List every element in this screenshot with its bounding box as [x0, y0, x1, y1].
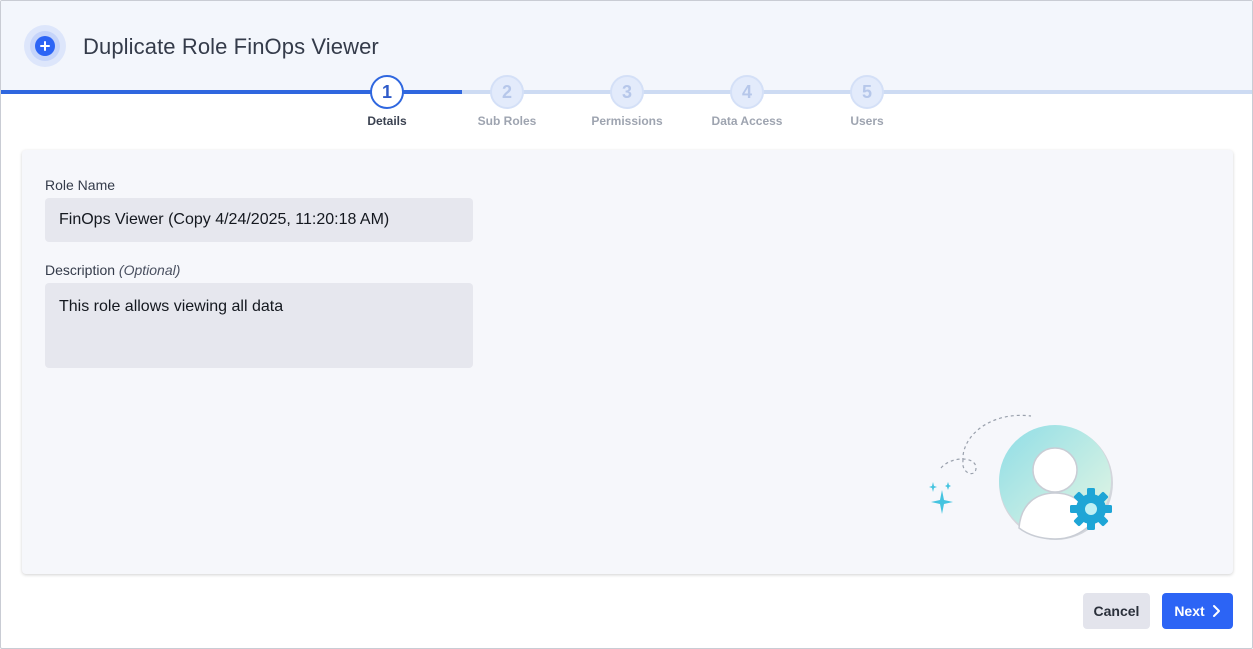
description-textarea[interactable]: This role allows viewing all data: [45, 283, 473, 368]
dialog: Duplicate Role FinOps Viewer 1 Details 2…: [0, 0, 1253, 649]
step-number: 1: [370, 75, 404, 109]
optional-hint: (Optional): [118, 262, 181, 278]
step-number: 3: [610, 75, 644, 109]
step-label: Users: [850, 114, 884, 128]
step-sub-roles[interactable]: 2 Sub Roles: [457, 75, 557, 128]
next-button-label: Next: [1174, 603, 1205, 619]
step-label: Permissions: [591, 114, 663, 128]
dialog-title: Duplicate Role FinOps Viewer: [83, 34, 379, 59]
step-number: 2: [490, 75, 524, 109]
step-permissions[interactable]: 3 Permissions: [577, 75, 677, 128]
step-label: Data Access: [711, 114, 783, 128]
step-label: Sub Roles: [477, 114, 537, 128]
description-label-text: Description: [45, 262, 116, 278]
role-name-label: Role Name: [45, 177, 116, 193]
plus-circle-icon: [24, 25, 66, 67]
user-settings-icon: [921, 406, 1121, 546]
step-data-access[interactable]: 4 Data Access: [697, 75, 797, 128]
step-label: Details: [367, 114, 407, 128]
description-label: Description (Optional): [45, 262, 180, 278]
chevron-right-icon: [1211, 604, 1221, 618]
step-details[interactable]: 1 Details: [337, 75, 437, 128]
role-name-input[interactable]: FinOps Viewer (Copy 4/24/2025, 11:20:18 …: [45, 198, 473, 242]
step-number: 5: [850, 75, 884, 109]
step-number: 4: [730, 75, 764, 109]
next-button[interactable]: Next: [1162, 593, 1233, 629]
cancel-button[interactable]: Cancel: [1083, 593, 1150, 629]
step-users[interactable]: 5 Users: [817, 75, 917, 128]
